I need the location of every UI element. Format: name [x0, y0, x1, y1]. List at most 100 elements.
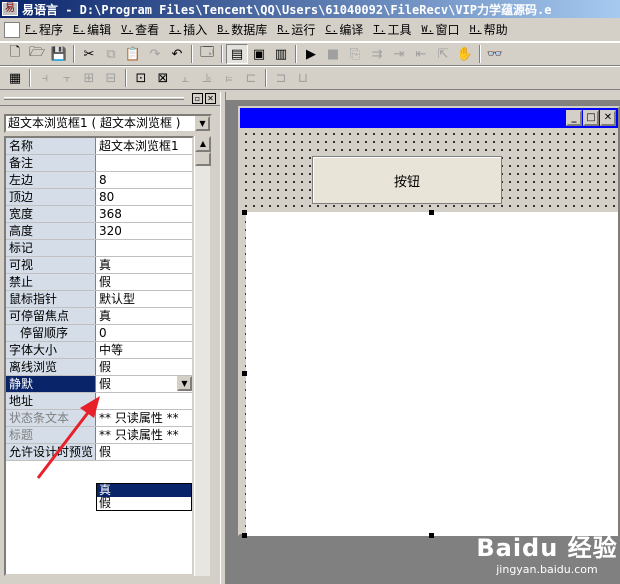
binoculars-icon[interactable]: 👓 [484, 44, 506, 64]
property-row[interactable]: 禁止假 [6, 274, 192, 291]
resize-handle[interactable] [242, 210, 247, 215]
step3-icon[interactable]: ⇥ [388, 44, 410, 64]
chevron-down-icon[interactable]: ▼ [177, 376, 192, 391]
maximize-icon[interactable]: □ [583, 110, 599, 126]
panel-close-icon[interactable]: ✕ [205, 93, 216, 104]
button-control[interactable]: 按钮 [312, 156, 502, 204]
property-row-selected[interactable]: 静默 假 ▼ [6, 376, 192, 393]
property-row[interactable]: 停留顺序 0 [6, 325, 192, 342]
menu-run[interactable]: R. 运行 [272, 20, 320, 40]
center-horizontal-icon[interactable]: ⊡ [130, 68, 152, 88]
chevron-down-icon[interactable]: ▼ [195, 116, 210, 131]
scroll-thumb[interactable] [195, 152, 211, 166]
property-row[interactable]: 宽度 368 [6, 206, 192, 223]
form-title-bar[interactable]: _ □ ✕ [240, 108, 618, 128]
align-left-icon[interactable]: ⫞ [34, 68, 56, 88]
menu-insert[interactable]: I. 插入 [164, 20, 212, 40]
html-browser-control[interactable] [246, 212, 618, 536]
resize-handle[interactable] [429, 210, 434, 215]
dropdown-option-true[interactable]: 真 [97, 484, 191, 497]
align-bottom-icon[interactable]: ⊟ [100, 68, 122, 88]
property-value[interactable] [96, 155, 192, 171]
menu-window[interactable]: W. 窗口 [417, 20, 465, 40]
property-row[interactable]: 高度 320 [6, 223, 192, 240]
menu-tools[interactable]: T. 工具 [368, 20, 416, 40]
layout2-icon[interactable]: ▣ [248, 44, 270, 64]
property-value[interactable]: 320 [96, 223, 192, 239]
step2-icon[interactable]: ⇉ [366, 44, 388, 64]
panel-grip[interactable] [4, 97, 184, 100]
step1-icon[interactable]: ⎘ [344, 44, 366, 64]
save-icon[interactable]: 💾 [48, 44, 70, 64]
align-right-icon[interactable]: ⫟ [56, 68, 78, 88]
space-horizontal-icon[interactable]: ⫢ [218, 68, 240, 88]
property-row[interactable]: 字体大小 中等 [6, 342, 192, 359]
property-value[interactable]: 中等 [96, 342, 192, 358]
property-value[interactable]: 假 [96, 444, 192, 460]
same-height-icon[interactable]: ⫡ [196, 68, 218, 88]
form-client-area[interactable]: 按钮 [240, 128, 618, 538]
property-value[interactable]: 默认型 [96, 291, 192, 307]
property-scrollbar[interactable]: ▲ [194, 136, 211, 576]
find-icon[interactable]: 🗔 [196, 44, 218, 64]
menu-program[interactable]: F. 程序 [20, 20, 68, 40]
menu-compile[interactable]: C. 编译 [320, 20, 368, 40]
menu-edit[interactable]: E. 编辑 [68, 20, 116, 40]
copy-icon[interactable]: ⧉ [100, 44, 122, 64]
form-window[interactable]: _ □ ✕ 按钮 [238, 106, 620, 538]
component-selector[interactable]: 超文本浏览框1 ( 超文本浏览框 ) ▼ [4, 114, 212, 133]
cut-icon[interactable]: ✂ [78, 44, 100, 64]
property-value[interactable]: 真 [96, 308, 192, 324]
run-icon[interactable]: ▶ [300, 44, 322, 64]
same-width-icon[interactable]: ⫠ [174, 68, 196, 88]
menu-database[interactable]: B. 数据库 [212, 20, 272, 40]
property-row[interactable]: 左边 8 [6, 172, 192, 189]
stop-icon[interactable]: ■ [322, 44, 344, 64]
property-row[interactable]: 顶边 80 [6, 189, 192, 206]
menu-help[interactable]: H. 帮助 [465, 20, 513, 40]
property-row[interactable]: 可停留焦点真 [6, 308, 192, 325]
property-value[interactable] [96, 240, 192, 256]
redo-icon[interactable]: ↷ [144, 44, 166, 64]
space-vertical-icon[interactable]: ⊏ [240, 68, 262, 88]
center-vertical-icon[interactable]: ⊠ [152, 68, 174, 88]
silent-value-select[interactable]: 假 ▼ [96, 376, 192, 392]
hand-icon[interactable]: ✋ [454, 44, 476, 64]
property-value[interactable]: 超文本浏览框1 [96, 138, 192, 154]
property-value[interactable]: 8 [96, 172, 192, 188]
property-value[interactable] [96, 393, 192, 409]
new-icon[interactable]: 🗋 [4, 44, 26, 64]
minimize-icon[interactable]: _ [566, 110, 582, 126]
grid-icon[interactable]: ▦ [4, 68, 26, 88]
property-value[interactable]: 80 [96, 189, 192, 205]
property-value-editor[interactable]: 假 ▼ [96, 376, 192, 392]
property-row[interactable]: 鼠标指针 默认型 [6, 291, 192, 308]
scroll-up-icon[interactable]: ▲ [195, 136, 211, 152]
resize-handle[interactable] [242, 371, 247, 376]
resize-handle[interactable] [242, 533, 247, 538]
step5-icon[interactable]: ⇱ [432, 44, 454, 64]
close-icon[interactable]: ✕ [600, 110, 616, 126]
property-row[interactable]: 备注 [6, 155, 192, 172]
property-row[interactable]: 离线浏览假 [6, 359, 192, 376]
property-value[interactable]: 0 [96, 325, 192, 341]
property-value[interactable]: 假 [96, 274, 192, 290]
panel-restore-icon[interactable]: ▫ [192, 93, 203, 104]
size-width-icon[interactable]: ⊐ [270, 68, 292, 88]
property-value[interactable]: 假 [96, 359, 192, 375]
document-icon[interactable] [4, 21, 20, 38]
property-value[interactable]: 368 [96, 206, 192, 222]
property-row[interactable]: 名称 超文本浏览框1 [6, 138, 192, 155]
undo-icon[interactable]: ↶ [166, 44, 188, 64]
align-top-icon[interactable]: ⊞ [78, 68, 100, 88]
step4-icon[interactable]: ⇤ [410, 44, 432, 64]
paste-icon[interactable]: 📋 [122, 44, 144, 64]
layout1-icon[interactable]: ▤ [226, 44, 248, 64]
size-height-icon[interactable]: ⊔ [292, 68, 314, 88]
property-row[interactable]: 可视真 [6, 257, 192, 274]
menu-view[interactable]: V. 查看 [116, 20, 164, 40]
dropdown-option-false[interactable]: 假 [97, 497, 191, 510]
property-row[interactable]: 标记 [6, 240, 192, 257]
resize-handle[interactable] [429, 533, 434, 538]
open-icon[interactable]: 🗁 [26, 44, 48, 64]
